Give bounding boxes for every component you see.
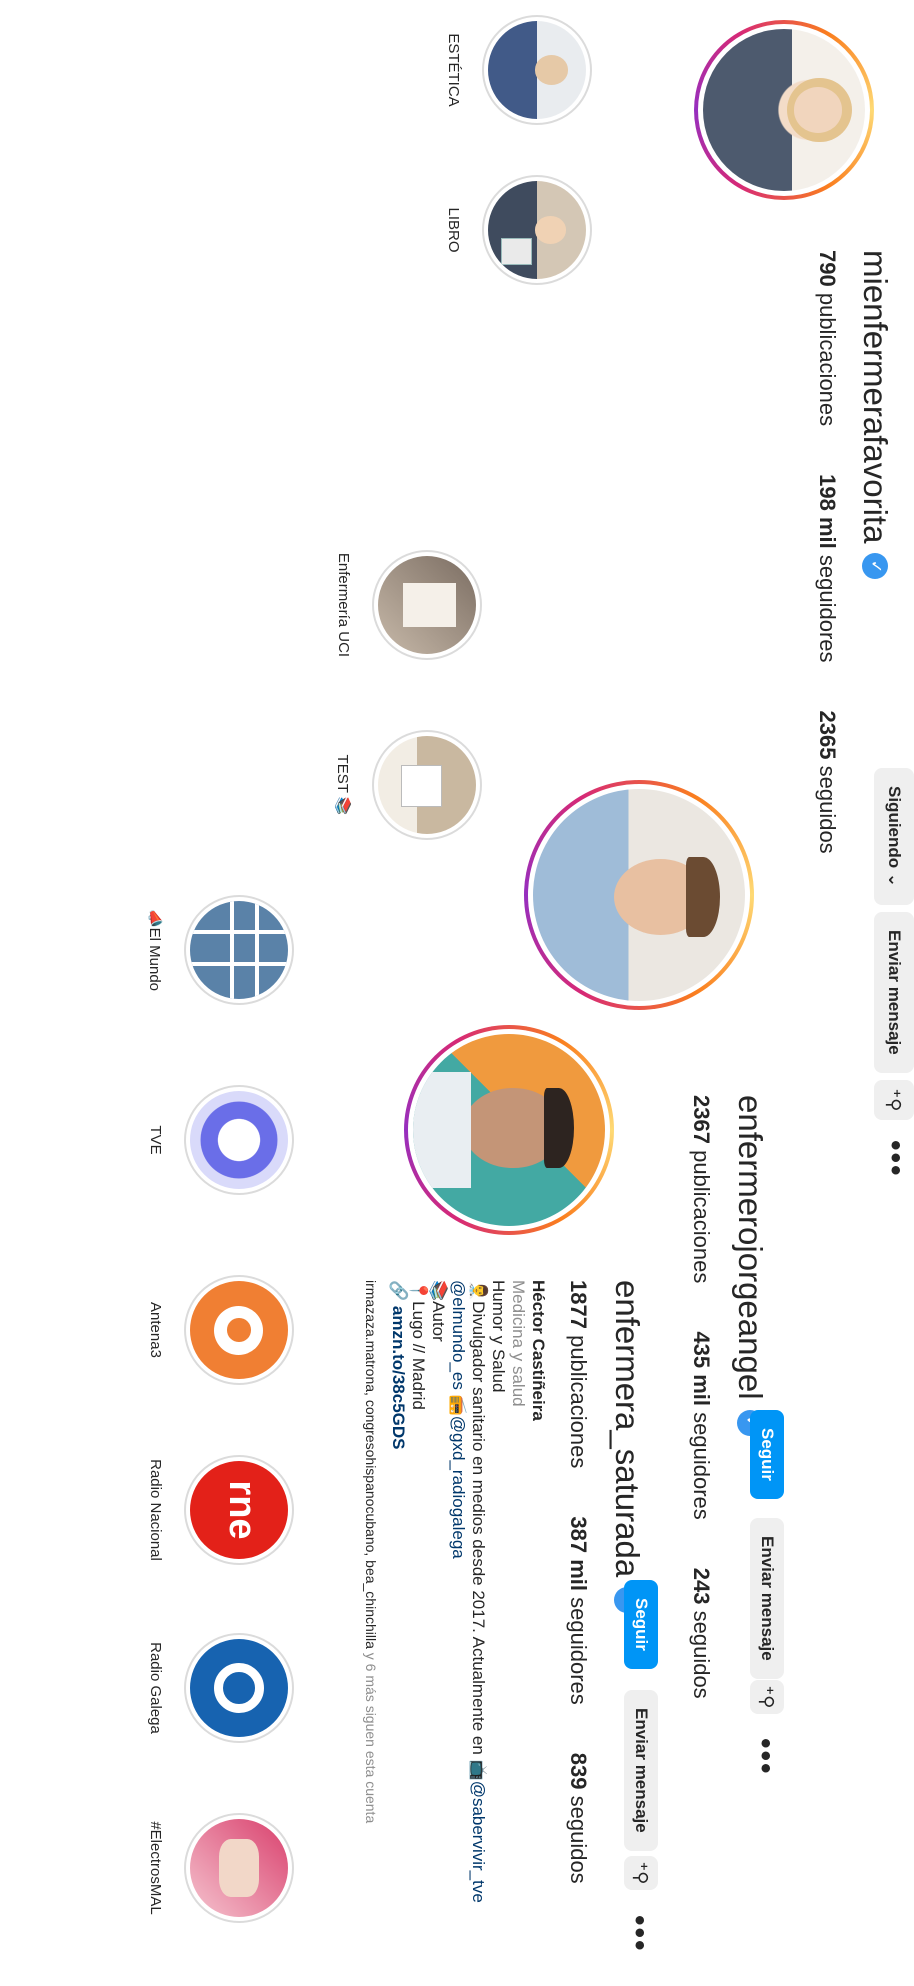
profile2-stats: 2367 publicaciones 435 mil seguidores 24… (688, 1095, 714, 1699)
profile2-message-button[interactable]: Enviar mensaje (750, 1518, 784, 1679)
profile1-message-button[interactable]: Enviar mensaje (874, 912, 914, 1073)
add-person-icon[interactable]: ⁺⚲ (750, 1680, 784, 1714)
bio-mention-elmundo[interactable]: @elmundo_es (449, 1280, 468, 1390)
profile3-avatar[interactable] (404, 1025, 614, 1235)
highlight-test[interactable]: TEST 📚 (334, 725, 482, 845)
profile1-username[interactable]: mienfermerafavorita (856, 250, 894, 543)
bio-line-media: @elmundo_es 📻@gxd_radiogalega (449, 1280, 468, 1559)
profile1-username-row: mienfermerafavorita ✓ (856, 250, 894, 580)
add-person-icon[interactable]: ⁺⚲ (874, 1080, 914, 1120)
bio-line-humor: Humor y Salud (489, 1280, 508, 1393)
profile3-followers[interactable]: 387 mil seguidores (565, 1516, 591, 1704)
profile2-avatar[interactable] (524, 780, 754, 1010)
highlight-libro[interactable]: LIBRO (445, 170, 592, 290)
highlight-radio-galega[interactable]: Radio Galega (147, 1628, 294, 1748)
profile1-following[interactable]: 2365 seguidos (814, 711, 840, 854)
profile3-username-row: enfermera_saturada ✓ (608, 1280, 646, 1614)
profile3-follow-button[interactable]: Seguir (624, 1580, 658, 1669)
link-icon: 🔗 (389, 1280, 408, 1302)
profile2-posts: 2367 publicaciones (689, 1095, 714, 1284)
bio-line-autor: 📚Autor (429, 1280, 448, 1342)
profile3-posts: 1877 publicaciones (566, 1280, 591, 1469)
bio-mention-sabervivir[interactable]: @sabervivir_tve (469, 1781, 488, 1903)
profile1-followers[interactable]: 198 mil seguidores (814, 474, 840, 662)
profile3-followed-by[interactable]: irmazaza.matrona, congresohispanocubano,… (363, 1280, 379, 1823)
profile3-following[interactable]: 839 seguidos (565, 1753, 591, 1884)
bio-url[interactable]: amzn.to/38c5GDS (389, 1306, 408, 1450)
highlight-radio-nacional[interactable]: rne Radio Nacional (147, 1450, 294, 1570)
bio-line-divulgador: 👨‍⚕️Divulgador sanitario en medios desde… (469, 1280, 488, 1903)
profile3-stats: 1877 publicaciones 387 mil seguidores 83… (565, 1280, 591, 1884)
more-icon[interactable]: ••• (878, 1140, 912, 1178)
profile2-username[interactable]: enfermerojorgeangel (731, 1095, 769, 1400)
bio-category: Medicina y salud (509, 1280, 528, 1407)
profile2-username-row: enfermerojorgeangel ✓ (731, 1095, 769, 1436)
add-person-icon[interactable]: ⁺⚲ (624, 1856, 658, 1890)
more-icon[interactable]: ••• (622, 1915, 656, 1953)
profile2-following[interactable]: 243 seguidos (688, 1568, 714, 1699)
more-icon[interactable]: ••• (748, 1738, 782, 1776)
highlight-enfermeria-uci[interactable]: Enfermería UCI (335, 545, 482, 665)
chevron-down-icon: ⌄ (885, 872, 904, 888)
profile1-avatar[interactable] (694, 20, 874, 200)
profile3-message-button[interactable]: Enviar mensaje (624, 1690, 658, 1851)
bio-mention-gxd[interactable]: @gxd_radiogalega (449, 1416, 468, 1559)
highlight-electrosmal[interactable]: #ElectrosMAL (147, 1808, 294, 1928)
profile1-following-button[interactable]: Siguiendo ⌄ (874, 768, 914, 906)
profile1-posts: 790 publicaciones (815, 250, 840, 427)
collage-stage: mienfermerafavorita ✓ Siguiendo ⌄ Enviar… (0, 0, 914, 1986)
bio-name: Héctor Castiñeira (529, 1280, 548, 1421)
highlight-antena3[interactable]: Antena3 (147, 1270, 294, 1390)
profile3-username[interactable]: enfermera_saturada (608, 1280, 646, 1577)
profile1-stats: 790 publicaciones 198 mil seguidores 236… (814, 250, 840, 854)
highlight-estetica[interactable]: ESTÉTICA (445, 10, 592, 130)
profile2-follow-button[interactable]: Seguir (750, 1410, 784, 1499)
highlight-tve[interactable]: 1 TVE (147, 1080, 294, 1200)
bio-line-location: 📍Lugo // Madrid (409, 1280, 428, 1410)
bio-link-row[interactable]: 🔗 amzn.to/38c5GDS (388, 1280, 408, 1980)
profile2-followers[interactable]: 435 mil seguidores (688, 1331, 714, 1519)
highlight-el-mundo[interactable]: 📣El Mundo (146, 890, 294, 1010)
verified-badge-icon: ✓ (862, 553, 888, 580)
profile3-bio: Héctor Castiñeira Medicina y salud Humor… (388, 1280, 548, 1980)
